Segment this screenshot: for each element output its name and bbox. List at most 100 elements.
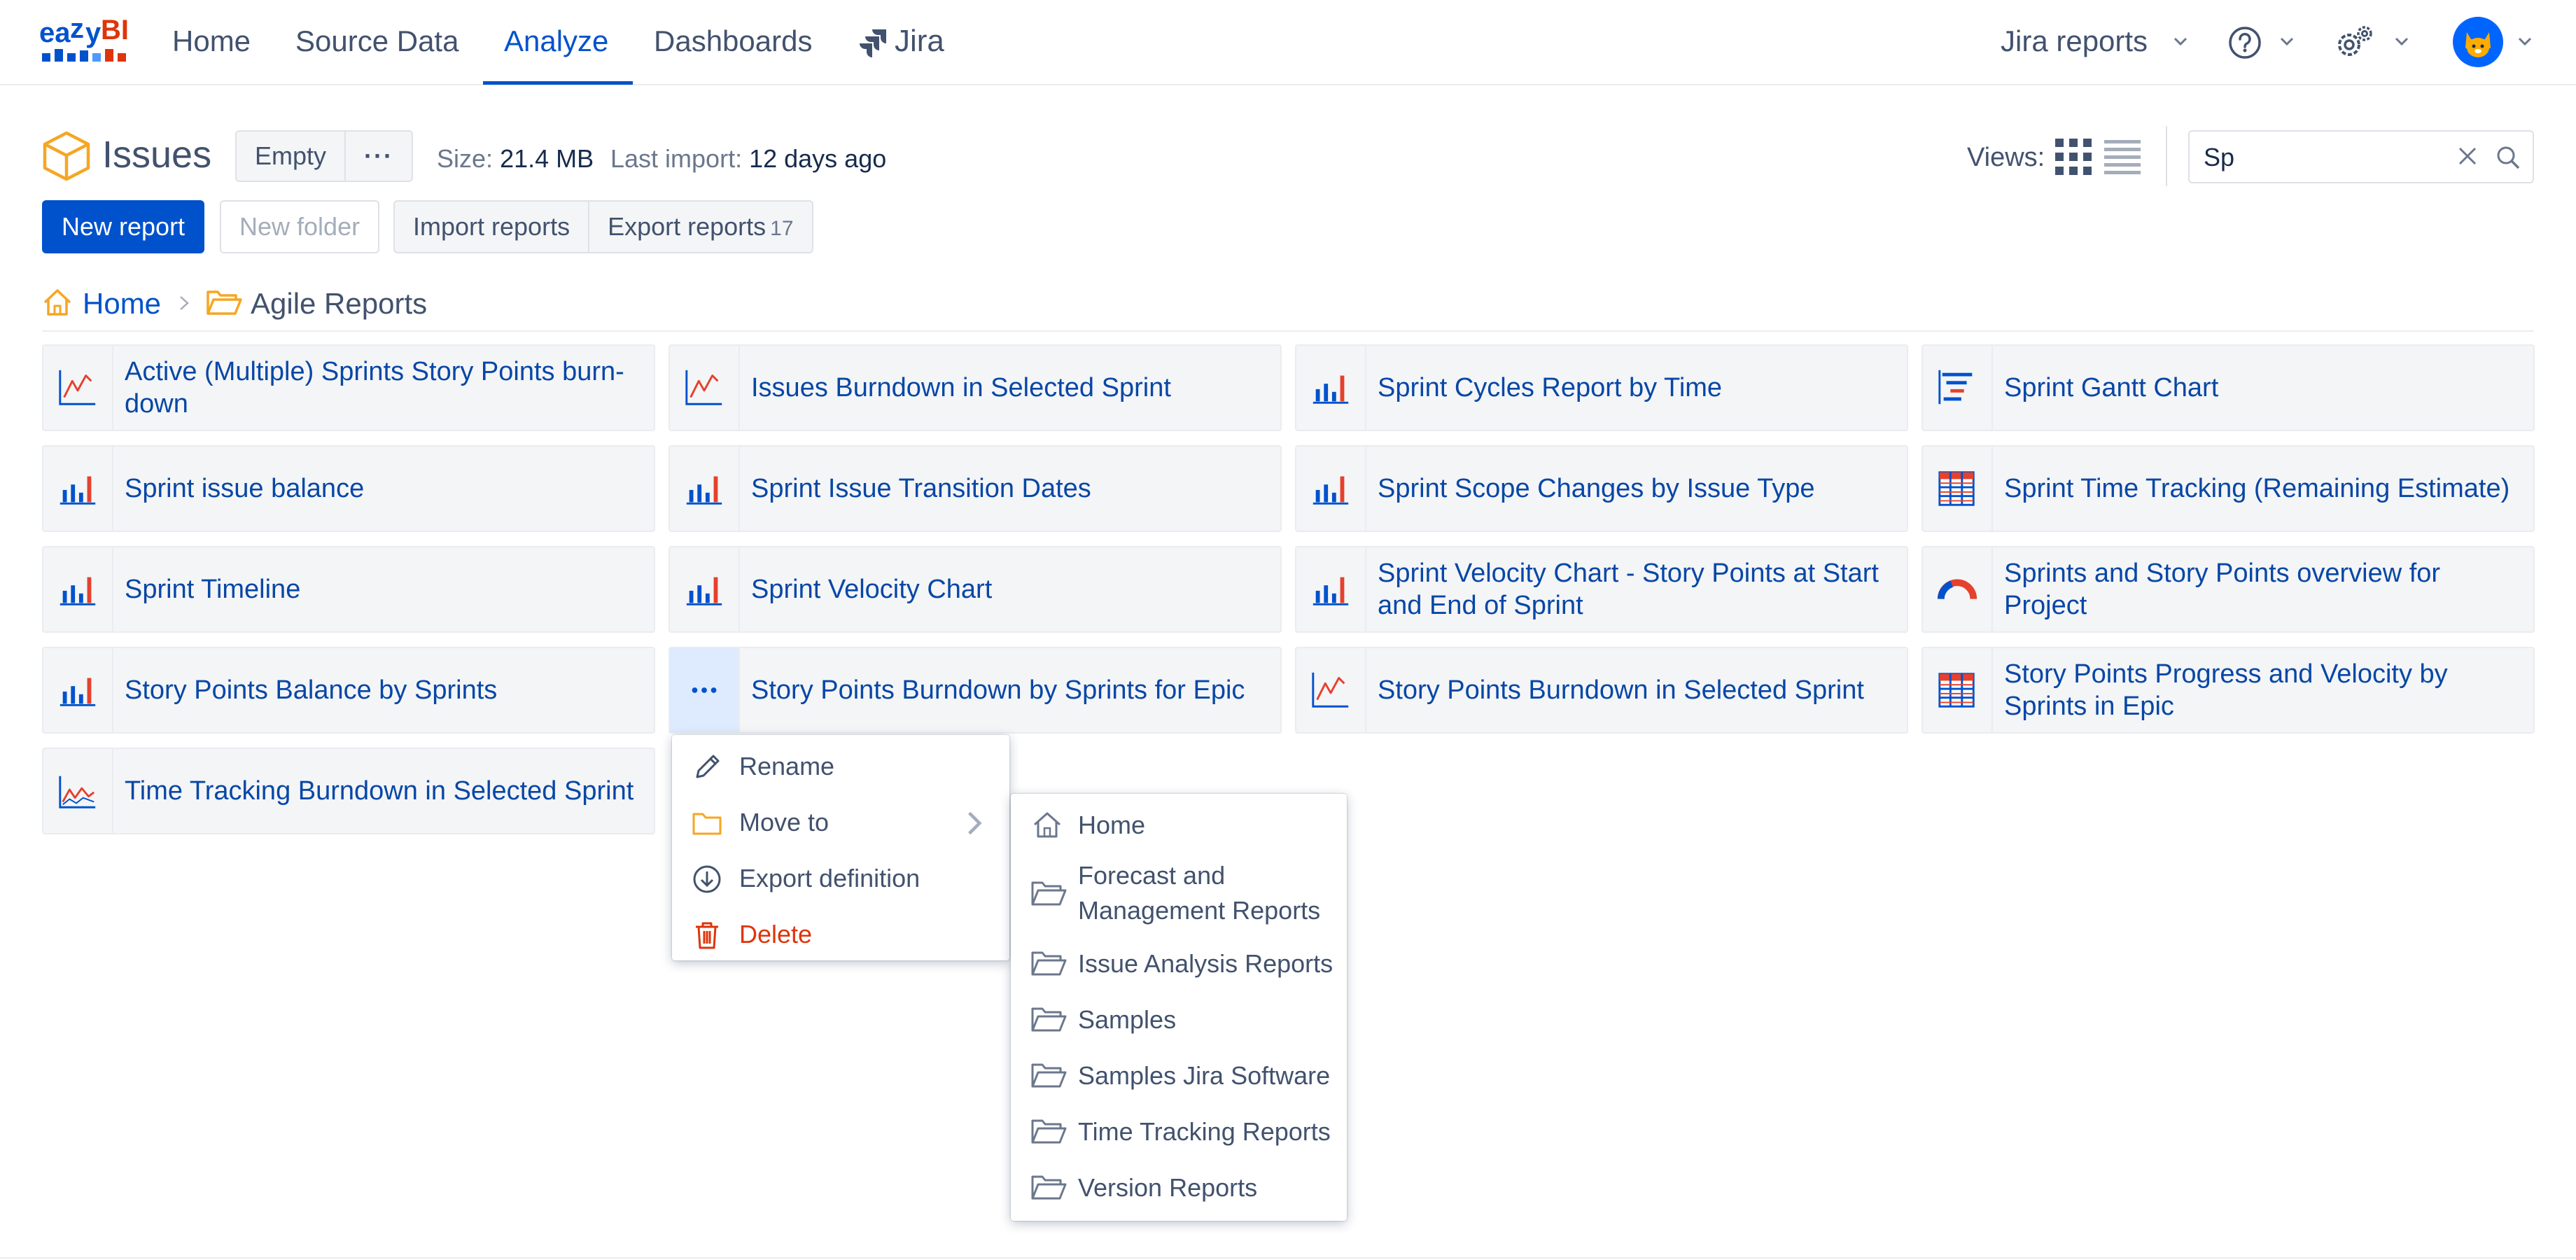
- report-name-link[interactable]: Sprint Gantt Chart: [2004, 346, 2522, 430]
- more-icon: [692, 687, 717, 693]
- report-card[interactable]: Sprint Time Tracking (Remaining Estimate…: [1921, 445, 2535, 532]
- last-import: Last import: 12 days ago: [610, 144, 886, 174]
- report-card[interactable]: Story Points Balance by Sprints: [42, 647, 655, 734]
- menu-item-label: Version Reports: [1078, 1173, 1258, 1202]
- menu-item-move-to[interactable]: Move to: [672, 795, 1009, 850]
- report-name-link[interactable]: Sprint Issue Transition Dates: [751, 447, 1269, 531]
- settings-gear-icon[interactable]: [2334, 22, 2376, 62]
- report-card[interactable]: Issues Burndown in Selected Sprint: [668, 344, 1282, 431]
- report-card[interactable]: Sprint Velocity Chart - Story Points at …: [1295, 546, 1908, 633]
- report-name-link[interactable]: Sprint Scope Changes by Issue Type: [1378, 447, 1896, 531]
- help-icon[interactable]: [2227, 25, 2262, 60]
- nav-home[interactable]: Home: [172, 0, 251, 85]
- folder-open-icon: [1031, 1175, 1067, 1200]
- folder-open-icon: [1031, 881, 1067, 906]
- menu-item-label: Issue Analysis Reports: [1078, 949, 1334, 978]
- report-card[interactable]: Sprint Velocity Chart: [668, 546, 1282, 633]
- clear-icon[interactable]: [2456, 144, 2479, 168]
- report-card[interactable]: Sprint Cycles Report by Time: [1295, 344, 1908, 431]
- report-card[interactable]: Story Points Burndown by Sprints for Epi…: [668, 647, 1282, 734]
- report-name-link[interactable]: Sprint Velocity Chart - Story Points at …: [1378, 547, 1896, 631]
- report-name-link[interactable]: Time Tracking Burndown in Selected Sprin…: [125, 749, 643, 833]
- move-to-samples-jira-software[interactable]: Samples Jira Software: [1011, 1051, 1347, 1105]
- report-card[interactable]: Sprint Timeline: [42, 546, 655, 633]
- chevron-right-icon: [968, 811, 982, 835]
- report-name-link[interactable]: Sprints and Story Points overview for Pr…: [2004, 547, 2522, 631]
- report-name-link[interactable]: Sprint Velocity Chart: [751, 547, 1269, 631]
- report-name-link[interactable]: Story Points Balance by Sprints: [125, 648, 643, 732]
- report-name-link[interactable]: Active (Multiple) Sprints Story Points b…: [125, 346, 643, 430]
- move-to-forecast-and-management-reports[interactable]: Forecast and Management Reports: [1011, 855, 1347, 932]
- report-name-link[interactable]: Issues Burndown in Selected Sprint: [751, 346, 1269, 430]
- search-icon[interactable]: [2495, 144, 2521, 171]
- chevron-down-icon[interactable]: [2516, 32, 2534, 50]
- chevron-down-icon[interactable]: [2393, 32, 2411, 50]
- new-report-button[interactable]: New report: [42, 200, 205, 253]
- svg-text:z: z: [70, 18, 84, 44]
- report-card[interactable]: Sprint Gantt Chart: [1921, 344, 2535, 431]
- more-actions-button[interactable]: ···: [344, 132, 412, 181]
- report-name-link[interactable]: Sprint Time Tracking (Remaining Estimate…: [2004, 447, 2522, 531]
- chevron-right-icon: [180, 296, 189, 310]
- report-type-icon: [1296, 547, 1366, 631]
- gantt-chart-icon: [1938, 370, 1973, 405]
- report-card[interactable]: Sprint Issue Transition Dates: [668, 445, 1282, 532]
- report-name-link[interactable]: Story Points Burndown in Selected Sprint: [1378, 648, 1896, 732]
- table-icon: [1938, 471, 1975, 506]
- move-to-issue-analysis-reports[interactable]: Issue Analysis Reports: [1011, 939, 1347, 993]
- chevron-down-icon[interactable]: [2171, 32, 2190, 50]
- report-name-link[interactable]: Sprint Cycles Report by Time: [1378, 346, 1896, 430]
- report-actions-button[interactable]: [670, 648, 740, 732]
- bar-chart-icon: [1312, 577, 1349, 606]
- move-to-version-reports[interactable]: Version Reports: [1011, 1163, 1347, 1217]
- menu-item-delete[interactable]: Delete: [672, 907, 1009, 962]
- menu-item-label: Samples Jira Software: [1078, 1061, 1331, 1090]
- nav-dashboards[interactable]: Dashboards: [654, 0, 812, 85]
- report-name-link[interactable]: Sprint issue balance: [125, 447, 643, 531]
- report-type-icon: [43, 547, 113, 631]
- account-selector[interactable]: Jira reports: [2001, 0, 2148, 85]
- line-chart-icon: [685, 370, 722, 405]
- user-avatar[interactable]: [2453, 17, 2503, 67]
- breadcrumb-home[interactable]: Home: [83, 287, 161, 321]
- size-value: 21.4 MB: [500, 144, 594, 173]
- list-view-icon[interactable]: [2103, 137, 2142, 176]
- report-card[interactable]: Time Tracking Burndown in Selected Sprin…: [42, 748, 655, 834]
- cube-icon: [43, 131, 90, 181]
- report-card[interactable]: Sprint Scope Changes by Issue Type: [1295, 445, 1908, 532]
- report-card[interactable]: Story Points Progress and Velocity by Sp…: [1921, 647, 2535, 734]
- nav-jira[interactable]: Jira: [895, 0, 944, 85]
- move-to-home[interactable]: Home: [1011, 799, 1347, 853]
- folder-open-icon: [1031, 951, 1067, 976]
- move-to-samples[interactable]: Samples: [1011, 995, 1347, 1049]
- nav-source-data[interactable]: Source Data: [295, 0, 458, 85]
- report-name-link[interactable]: Story Points Burndown by Sprints for Epi…: [751, 648, 1269, 732]
- breadcrumb-current: Agile Reports: [251, 287, 428, 320]
- bar-chart-icon: [686, 577, 722, 606]
- report-name-link[interactable]: Story Points Progress and Velocity by Sp…: [2004, 648, 2522, 732]
- search-input[interactable]: [2204, 143, 2414, 172]
- empty-button[interactable]: Empty: [237, 132, 344, 181]
- bar-chart-icon: [59, 476, 96, 505]
- nav-analyze[interactable]: Analyze: [504, 0, 608, 85]
- menu-item-label: Delete: [739, 920, 813, 948]
- menu-item-rename[interactable]: Rename: [672, 739, 1009, 794]
- menu-item-label: Samples: [1078, 1005, 1177, 1034]
- menu-item-export-definition[interactable]: Export definition: [672, 851, 1009, 906]
- search-box[interactable]: [2188, 130, 2534, 183]
- last-import-label: Last import:: [610, 144, 743, 173]
- folder-open-icon: [1031, 1119, 1067, 1144]
- export-reports-button[interactable]: Export reports 17: [588, 202, 811, 252]
- svg-text:y: y: [85, 18, 102, 48]
- bar-chart-icon: [1312, 476, 1349, 505]
- grid-view-icon[interactable]: [2054, 137, 2093, 176]
- report-card[interactable]: Story Points Burndown in Selected Sprint: [1295, 647, 1908, 734]
- chevron-down-icon[interactable]: [2278, 32, 2296, 50]
- report-card[interactable]: Sprint issue balance: [42, 445, 655, 532]
- eazybi-logo[interactable]: ea z y BI: [39, 18, 137, 66]
- report-name-link[interactable]: Sprint Timeline: [125, 547, 643, 631]
- report-card[interactable]: Sprints and Story Points overview for Pr…: [1921, 546, 2535, 633]
- move-to-time-tracking-reports[interactable]: Time Tracking Reports: [1011, 1107, 1347, 1161]
- import-reports-button[interactable]: Import reports: [395, 202, 588, 252]
- report-card[interactable]: Active (Multiple) Sprints Story Points b…: [42, 344, 655, 431]
